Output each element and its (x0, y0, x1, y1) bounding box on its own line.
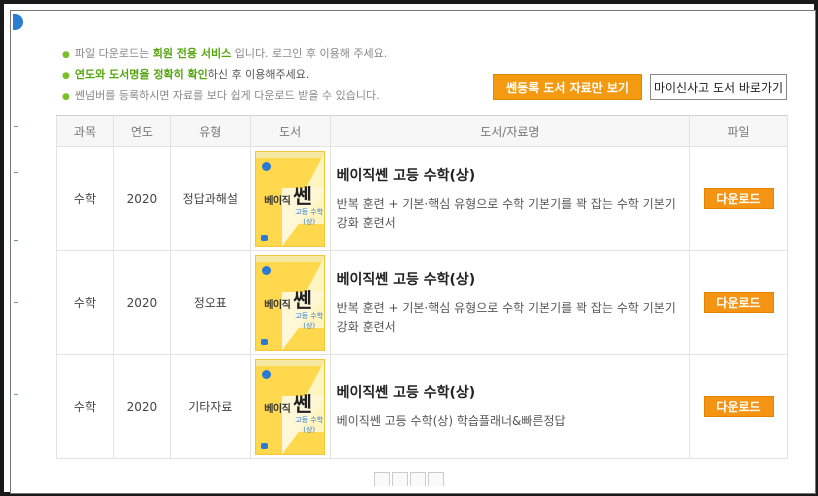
notice-highlight: 회원 전용 서비스 (152, 47, 232, 60)
book-title[interactable]: 베이직쎈 고등 수학(상) (337, 165, 683, 185)
notice-text: 파일 다운로드는 (74, 47, 153, 60)
header-subject: 과목 (56, 115, 114, 147)
notice-text: 입니다. 로그인 후 이용해 주세요. (231, 47, 388, 60)
publisher-logo-icon (262, 265, 272, 275)
cover-title: 베이직 (264, 299, 291, 311)
book-title[interactable]: 베이직쎈 고등 수학(상) (337, 382, 683, 402)
cover-brand: 쎈 (293, 287, 312, 312)
edge-mark (14, 172, 18, 173)
cell-cover: 베이직 쎈 고등 수학(상) (249, 250, 331, 355)
book-description: 반복 훈련 + 기본·핵심 유형으로 수학 기본기를 꽉 잡는 수학 기본기 강… (336, 300, 676, 334)
cover-title: 베이직 (264, 195, 291, 207)
cover-subtitle: 고등 수학(상) (295, 415, 324, 434)
page-button[interactable] (428, 472, 444, 486)
bullet-icon: ● (62, 71, 70, 81)
page-button[interactable] (410, 472, 426, 486)
cover-brand: 쎈 (293, 183, 312, 208)
edge-mark (14, 126, 18, 127)
cover-subtitle: 고등 수학(상) (295, 207, 324, 226)
cell-info: 베이직쎈 고등 수학(상) 베이직쎈 고등 수학(상) 학습플래너&빠른정답 (329, 354, 691, 459)
book-description: 베이직쎈 고등 수학(상) 학습플래너&빠른정답 (336, 414, 566, 428)
notice-highlight: 연도와 도서명을 정확히 확인 (74, 68, 208, 81)
cell-type: 기타자료 (169, 354, 251, 459)
cell-year: 2020 (112, 250, 171, 355)
cell-file: 다운로드 (689, 146, 788, 251)
notice-text: 쎈넘버를 등록하시면 자료를 보다 쉽게 다운로드 받을 수 있습니다. (74, 89, 380, 102)
page-button[interactable] (392, 472, 408, 486)
notice-item: ● 쎈넘버를 등록하시면 자료를 보다 쉽게 다운로드 받을 수 있습니다. (62, 86, 387, 107)
download-button[interactable]: 다운로드 (703, 396, 774, 417)
book-description: 반복 훈련 + 기본·핵심 유형으로 수학 기본기를 꽉 잡는 수학 기본기 강… (336, 196, 676, 230)
edge-mark (14, 302, 18, 303)
cell-year: 2020 (112, 354, 171, 459)
notice-item: ● 연도와 도서명을 정확히 확인하신 후 이용해주세요. (62, 65, 387, 86)
header-title: 도서/자료명 (329, 115, 691, 147)
header-file: 파일 (689, 115, 788, 147)
cell-subject: 수학 (56, 146, 114, 251)
cell-type: 정오표 (169, 250, 251, 355)
bullet-icon: ● (62, 50, 70, 60)
edge-mark (14, 394, 18, 395)
book-cover-image[interactable]: 베이직 쎈 고등 수학(상) (255, 254, 326, 351)
publisher-logo-icon (262, 369, 272, 379)
cell-info: 베이직쎈 고등 수학(상) 반복 훈련 + 기본·핵심 유형으로 수학 기본기를… (329, 250, 691, 355)
edge-mark (14, 240, 18, 241)
notice-text: 하신 후 이용해주세요. (207, 68, 310, 81)
header-year: 연도 (112, 115, 171, 147)
header-book: 도서 (249, 115, 331, 147)
notice-list: ● 파일 다운로드는 회원 전용 서비스 입니다. 로그인 후 이용해 주세요. … (62, 44, 387, 107)
download-button[interactable]: 다운로드 (703, 292, 774, 313)
table-header-row: 과목 연도 유형 도서 도서/자료명 파일 (56, 115, 788, 147)
notice-item: ● 파일 다운로드는 회원 전용 서비스 입니다. 로그인 후 이용해 주세요. (62, 44, 387, 65)
cell-subject: 수학 (56, 354, 114, 459)
table-row: 수학 2020 정오표 베이직 쎈 고등 수학(상) 베이직쎈 고등 수학(상)… (56, 250, 788, 355)
cover-brand: 쎈 (293, 391, 312, 416)
download-button[interactable]: 다운로드 (703, 188, 774, 209)
cell-cover: 베이직 쎈 고등 수학(상) (249, 146, 331, 251)
cell-type: 정답과해설 (169, 146, 251, 251)
bullet-icon: ● (62, 92, 70, 102)
cell-info: 베이직쎈 고등 수학(상) 반복 훈련 + 기본·핵심 유형으로 수학 기본기를… (329, 146, 691, 251)
cell-subject: 수학 (56, 250, 114, 355)
pagination (374, 472, 444, 486)
cell-cover: 베이직 쎈 고등 수학(상) (249, 354, 331, 459)
my-books-shortcut-button[interactable]: 마이신사고 도서 바로가기 (650, 74, 787, 100)
table-row: 수학 2020 정답과해설 베이직 쎈 고등 수학(상) 베이직쎈 고등 수학(… (56, 146, 788, 251)
registered-books-only-button[interactable]: 쎈등록 도서 자료만 보기 (493, 74, 642, 100)
cell-year: 2020 (112, 146, 171, 251)
book-title[interactable]: 베이직쎈 고등 수학(상) (337, 269, 683, 289)
table-row: 수학 2020 기타자료 베이직 쎈 고등 수학(상) 베이직쎈 고등 수학(상… (56, 354, 788, 459)
cover-title: 베이직 (264, 403, 291, 415)
cell-file: 다운로드 (689, 250, 788, 355)
publisher-logo-icon (262, 161, 272, 171)
materials-table: 과목 연도 유형 도서 도서/자료명 파일 수학 2020 정답과해설 베이직 … (56, 115, 788, 459)
cover-subtitle: 고등 수학(상) (295, 311, 324, 330)
page-button[interactable] (374, 472, 390, 486)
book-cover-image[interactable]: 베이직 쎈 고등 수학(상) (255, 358, 326, 455)
book-cover-image[interactable]: 베이직 쎈 고등 수학(상) (255, 150, 326, 247)
cell-file: 다운로드 (689, 354, 788, 459)
header-type: 유형 (169, 115, 251, 147)
